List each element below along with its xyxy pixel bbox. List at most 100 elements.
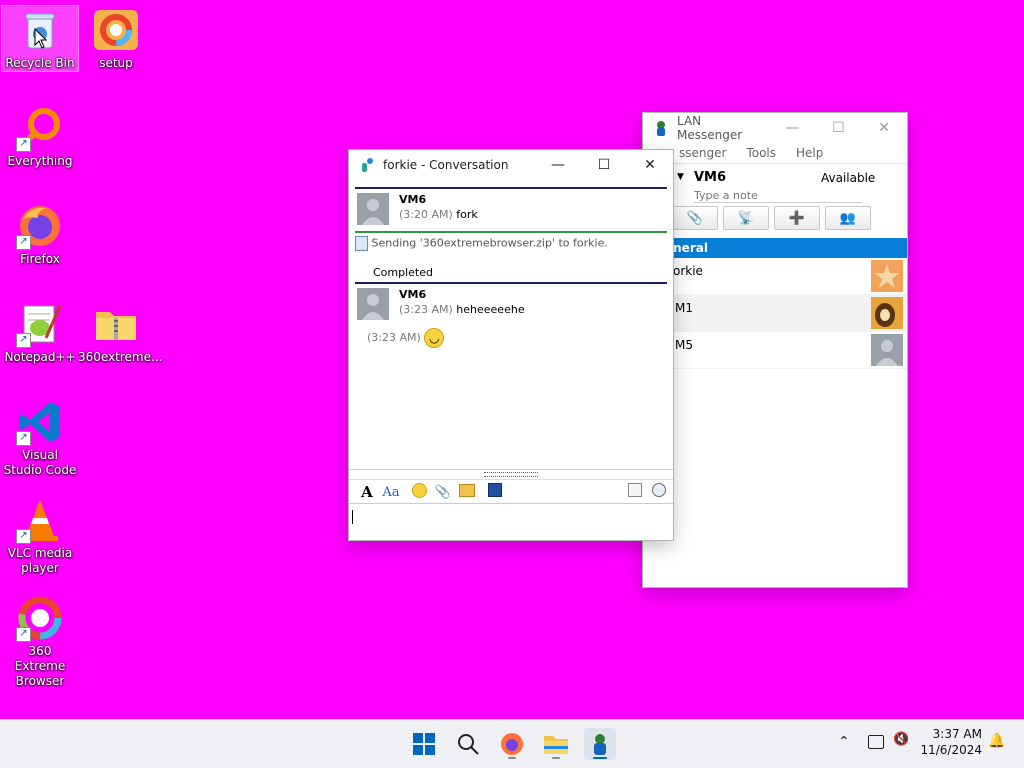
file-icon bbox=[355, 236, 368, 251]
clock-date: 11/6/2024 bbox=[920, 743, 982, 757]
transfers-button[interactable] bbox=[623, 483, 647, 501]
add-contact-button[interactable]: ➕ bbox=[774, 206, 820, 230]
shortcut-arrow-icon: ↗ bbox=[16, 235, 31, 250]
user-status-panel: ▼ VM6 Available bbox=[643, 164, 907, 204]
message-block: VM6 (3:23 AM) heheeeeehe bbox=[355, 282, 667, 324]
splitter-handle[interactable] bbox=[349, 469, 673, 478]
message-time: (3:20 AM) bbox=[399, 208, 453, 221]
send-file-button[interactable]: 📎 bbox=[431, 485, 455, 500]
transfer-status: Completed bbox=[373, 266, 433, 279]
user-name: VM6 bbox=[694, 170, 727, 185]
desktop-icon-label: Everything bbox=[7, 154, 73, 168]
conversation-icon bbox=[359, 157, 375, 173]
notepadpp-icon: ↗ bbox=[16, 300, 64, 348]
contact-row[interactable]: orkie bbox=[643, 258, 907, 295]
attachment-icon: 📎 bbox=[434, 484, 452, 500]
message-text: heheeeeehe bbox=[456, 303, 525, 316]
search-icon bbox=[458, 734, 479, 755]
group-header[interactable]: eneral bbox=[643, 238, 907, 258]
contact-name: M5 bbox=[675, 338, 693, 352]
save-button[interactable] bbox=[483, 483, 507, 501]
sender-name: VM6 bbox=[399, 193, 427, 206]
note-input[interactable] bbox=[694, 188, 862, 203]
notification-bell-icon[interactable]: 🔔 bbox=[988, 733, 1005, 749]
network-icon[interactable] bbox=[868, 735, 884, 749]
desktop-icon-360extreme-zip[interactable]: 360extreme... bbox=[78, 300, 163, 365]
taskbar-lan-messenger[interactable] bbox=[584, 728, 616, 760]
window-title: LAN Messenger bbox=[677, 114, 743, 142]
tray-overflow-icon[interactable]: ⌃ bbox=[838, 734, 850, 750]
font-button[interactable]: A bbox=[355, 483, 379, 501]
menu-tools[interactable]: Tools bbox=[736, 146, 786, 160]
start-button[interactable] bbox=[408, 728, 440, 760]
desktop-icon-vlc[interactable]: ↗ VLC media player bbox=[2, 496, 78, 576]
smiley-icon bbox=[411, 482, 427, 498]
firefox-icon bbox=[501, 733, 523, 755]
vscode-icon: ↗ bbox=[16, 398, 64, 446]
group-icon: 👥 bbox=[839, 210, 857, 226]
start-icon bbox=[413, 733, 435, 755]
desktop-icon-label: Recycle Bin bbox=[5, 56, 75, 70]
send-file-button[interactable]: 📎 bbox=[672, 206, 718, 230]
active-indicator bbox=[593, 757, 607, 759]
sender-name: VM6 bbox=[399, 288, 427, 301]
grip-icon bbox=[484, 472, 538, 477]
message-history[interactable]: VM6 (3:20 AM) fork Sending '360extremebr… bbox=[349, 187, 673, 469]
close-button[interactable]: ✕ bbox=[627, 150, 673, 180]
shortcut-arrow-icon: ↗ bbox=[16, 333, 31, 348]
clock-time: 3:37 AM bbox=[932, 727, 982, 741]
desktop-icon-vscode[interactable]: ↗ Visual Studio Code bbox=[2, 398, 78, 478]
message-block: VM6 (3:20 AM) fork bbox=[355, 187, 667, 229]
desktop-icon-notepadpp[interactable]: ↗ Notepad++ bbox=[2, 300, 78, 365]
taskbar-firefox[interactable] bbox=[496, 728, 528, 760]
format-toolbar: A Aa 📎 bbox=[349, 479, 673, 504]
lan-messenger-window: LAN Messenger — ☐ ✕ ssenger Tools Help ▼… bbox=[621, 113, 907, 587]
menu-help[interactable]: Help bbox=[786, 146, 833, 160]
minimize-button[interactable]: — bbox=[770, 113, 816, 143]
clock[interactable]: 3:37 AM 11/6/2024 bbox=[920, 726, 982, 758]
message-input[interactable] bbox=[349, 503, 673, 541]
contact-name: orkie bbox=[673, 264, 703, 278]
font-icon: A bbox=[361, 483, 373, 501]
status-dropdown-icon[interactable]: ▼ bbox=[677, 172, 684, 182]
status-text[interactable]: Available bbox=[821, 171, 875, 185]
smiley-icon: ◡ bbox=[424, 328, 445, 348]
desktop-icon-setup[interactable]: setup bbox=[78, 6, 154, 71]
everything-search-icon: ↗ bbox=[16, 104, 64, 152]
maximize-button[interactable]: ☐ bbox=[815, 113, 861, 143]
zip-folder-icon bbox=[92, 300, 140, 348]
group-chat-button[interactable]: 👥 bbox=[825, 206, 871, 230]
emoticon-button[interactable] bbox=[407, 482, 431, 502]
desktop-icon-label: 360extreme... bbox=[78, 350, 163, 364]
contact-row[interactable]: M5 bbox=[643, 332, 907, 369]
desktop-icon-label: 360 Extreme Browser bbox=[14, 644, 66, 688]
shortcut-arrow-icon: ↗ bbox=[16, 137, 31, 152]
font-color-button[interactable]: Aa bbox=[379, 485, 403, 500]
send-folder-button[interactable] bbox=[455, 483, 479, 501]
taskbar: ⌃ 🔇 3:37 AM 11/6/2024 🔔 bbox=[0, 719, 1024, 768]
desktop-icon-360-browser[interactable]: ↗ 360 Extreme Browser bbox=[2, 594, 78, 689]
attachment-icon: 📎 bbox=[686, 210, 704, 226]
desktop-icon-everything[interactable]: ↗ Everything bbox=[2, 104, 78, 169]
broadcast-button[interactable]: 📡 bbox=[723, 206, 769, 230]
search-button[interactable] bbox=[452, 728, 484, 760]
message-time: (3:23 AM) bbox=[367, 331, 421, 344]
save-icon bbox=[488, 483, 502, 497]
taskbar-file-explorer[interactable] bbox=[540, 728, 572, 760]
lan-messenger-icon bbox=[594, 734, 606, 755]
conversation-titlebar[interactable]: forkie - Conversation — ☐ ✕ bbox=[349, 150, 673, 180]
maximize-button[interactable]: ☐ bbox=[581, 150, 627, 180]
desktop-icon-firefox[interactable]: ↗ Firefox bbox=[2, 202, 78, 267]
avatar bbox=[871, 297, 903, 329]
minimize-button[interactable]: — bbox=[535, 150, 581, 180]
avatar bbox=[357, 193, 389, 225]
volume-muted-icon[interactable]: 🔇 bbox=[893, 732, 909, 747]
contact-row[interactable]: M1 bbox=[643, 295, 907, 332]
history-button[interactable] bbox=[647, 483, 671, 501]
conversation-window: forkie - Conversation — ☐ ✕ VM6 (3:20 AM… bbox=[349, 150, 673, 540]
close-button[interactable]: ✕ bbox=[861, 113, 907, 143]
message-time: (3:23 AM) bbox=[399, 303, 453, 316]
rss-icon: 📡 bbox=[737, 210, 755, 226]
lan-messenger-titlebar[interactable]: LAN Messenger — ☐ ✕ bbox=[643, 113, 907, 143]
shortcut-arrow-icon: ↗ bbox=[16, 627, 31, 642]
